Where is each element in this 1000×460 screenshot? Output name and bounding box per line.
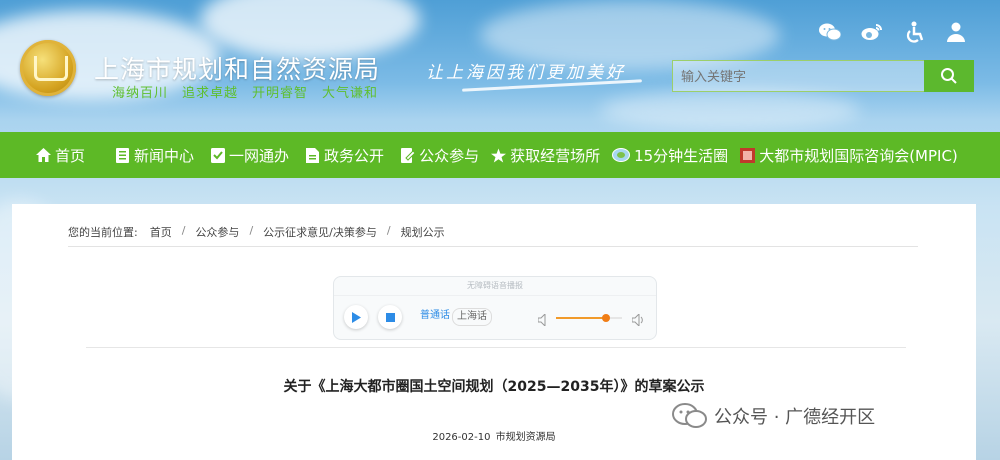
volume-fill bbox=[556, 317, 606, 319]
stop-button[interactable] bbox=[378, 305, 402, 329]
article-date: 2026-02-10 bbox=[432, 432, 491, 443]
nav-item-service[interactable]: 一网通办 bbox=[210, 132, 289, 178]
site-logo[interactable] bbox=[20, 40, 76, 96]
nav-item-business[interactable]: 获取经营场所 bbox=[491, 132, 600, 178]
search-box bbox=[672, 60, 974, 92]
home-icon bbox=[36, 148, 51, 163]
breadcrumb-separator: / bbox=[249, 224, 254, 237]
volume-low-icon bbox=[537, 311, 548, 330]
nav-label: 大都市规划国际咨询会(MPIC) bbox=[759, 146, 958, 165]
search-button[interactable] bbox=[924, 60, 974, 92]
nav-label: 公众参与 bbox=[419, 146, 480, 165]
breadcrumb-item[interactable]: 公众参与 bbox=[195, 224, 239, 240]
slogan-row: 海纳百川 追求卓越 开明睿智 大气谦和 bbox=[112, 82, 378, 101]
nav-label: 首页 bbox=[55, 146, 86, 165]
site-header: 上海市规划和自然资源局 海纳百川 追求卓越 开明睿智 大气谦和 让上海因我们更加… bbox=[0, 0, 1000, 132]
nav-label: 一网通办 bbox=[229, 146, 290, 165]
site-title[interactable]: 上海市规划和自然资源局 bbox=[94, 50, 380, 86]
article-meta: 2026-02-10 市规划资源局 bbox=[12, 428, 976, 443]
weibo-icon[interactable] bbox=[860, 20, 884, 44]
breadcrumb-item[interactable]: 首页 bbox=[150, 224, 172, 240]
article-source: 市规划资源局 bbox=[495, 432, 556, 443]
lang-mandarin-toggle[interactable]: 普通话 bbox=[416, 308, 454, 324]
nav-item-gov[interactable]: 政务公开 bbox=[305, 132, 384, 178]
volume-high-icon bbox=[631, 311, 646, 330]
circle-icon bbox=[612, 148, 631, 163]
user-icon[interactable] bbox=[944, 20, 968, 44]
breadcrumb-separator: / bbox=[181, 224, 186, 237]
stop-icon bbox=[385, 312, 395, 322]
lang-shanghai-toggle[interactable]: 上海话 bbox=[452, 308, 492, 326]
header-icons bbox=[818, 20, 968, 44]
search-input[interactable] bbox=[672, 60, 932, 92]
volume-knob[interactable] bbox=[601, 314, 610, 322]
participate-icon bbox=[400, 147, 415, 163]
main-nav: 首页 新闻中心 一网通办 政务公开 公众参与 获取经营场所 15分钟生活圈 大都… bbox=[0, 132, 1000, 178]
nav-label: 15分钟生活圈 bbox=[634, 146, 729, 165]
watermark: 公众号 · 广德经开区 bbox=[672, 402, 875, 430]
nav-item-news[interactable]: 新闻中心 bbox=[115, 132, 194, 178]
breadcrumb-separator: / bbox=[386, 224, 391, 237]
wechat-watermark-icon bbox=[672, 402, 708, 430]
mpic-icon bbox=[740, 147, 756, 163]
breadcrumb-item[interactable]: 规划公示 bbox=[401, 224, 445, 240]
breadcrumb-item[interactable]: 公示征求意见/决策参与 bbox=[263, 224, 377, 240]
news-icon bbox=[115, 147, 130, 163]
play-icon bbox=[352, 311, 361, 323]
content-divider bbox=[86, 347, 906, 348]
player-caption: 无障碍语音播报 bbox=[334, 277, 656, 296]
slogan: 海纳百川 bbox=[112, 86, 169, 101]
service-icon bbox=[210, 147, 225, 163]
breadcrumb: 您的当前位置: 首页 / 公众参与 / 公示征求意见/决策参与 / 规划公示 bbox=[68, 224, 445, 240]
star-icon bbox=[491, 147, 507, 163]
breadcrumb-divider bbox=[68, 246, 918, 247]
watermark-text: 公众号 · 广德经开区 bbox=[714, 407, 876, 428]
nav-item-home[interactable]: 首页 bbox=[36, 132, 85, 178]
motto: 让上海因我们更加美好 bbox=[426, 63, 626, 83]
nav-label: 新闻中心 bbox=[134, 146, 195, 165]
accessibility-icon[interactable] bbox=[902, 20, 926, 44]
search-icon bbox=[941, 68, 957, 84]
nav-label: 政务公开 bbox=[324, 146, 385, 165]
nav-item-15min[interactable]: 15分钟生活圈 bbox=[612, 132, 728, 178]
volume-slider[interactable] bbox=[556, 314, 622, 322]
play-button[interactable] bbox=[344, 305, 368, 329]
nav-item-participate[interactable]: 公众参与 bbox=[400, 132, 479, 178]
nav-item-mpic[interactable]: 大都市规划国际咨询会(MPIC) bbox=[740, 132, 958, 178]
slogan: 追求卓越 bbox=[182, 86, 239, 101]
audio-player: 无障碍语音播报 普通话 上海话 bbox=[333, 276, 657, 340]
slogan: 开明睿智 bbox=[252, 86, 309, 101]
breadcrumb-prefix: 您的当前位置: bbox=[68, 226, 138, 239]
nav-label: 获取经营场所 bbox=[510, 146, 601, 165]
wechat-icon[interactable] bbox=[818, 20, 842, 44]
article-title: 关于《上海大都市圈国土空间规划（2025—2035年）》的草案公示 bbox=[283, 379, 705, 395]
slogan: 大气谦和 bbox=[322, 86, 379, 101]
document-icon bbox=[305, 147, 320, 163]
